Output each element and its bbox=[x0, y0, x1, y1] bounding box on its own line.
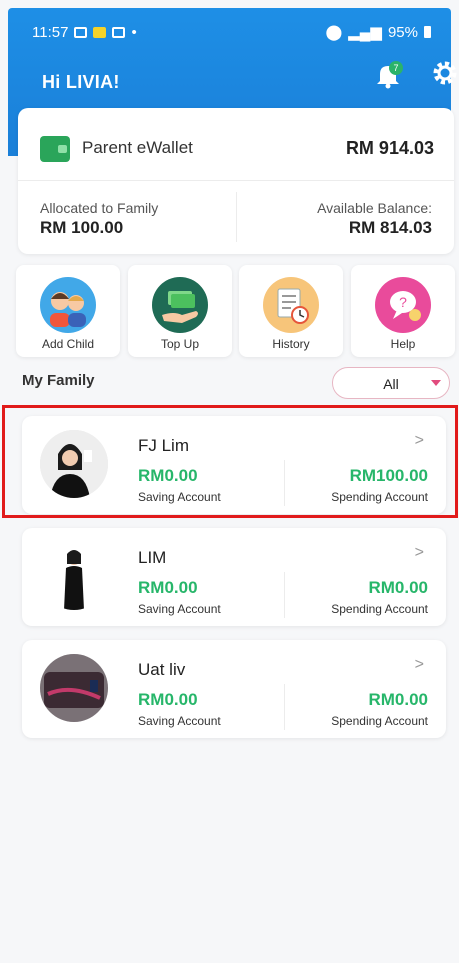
chevron-right-icon: > bbox=[414, 544, 424, 561]
help-label: Help bbox=[390, 337, 416, 351]
family-member-card[interactable]: Uat liv > RM0.00 Saving Account RM0.00 S… bbox=[22, 640, 446, 738]
app-notification-icon bbox=[93, 26, 107, 38]
selection-highlight bbox=[2, 405, 458, 518]
chevron-down-icon bbox=[431, 380, 441, 386]
message-icon bbox=[112, 26, 126, 38]
saving-label: Saving Account bbox=[138, 602, 221, 616]
children-icon bbox=[40, 277, 96, 333]
battery-icon bbox=[424, 26, 431, 38]
divider bbox=[236, 192, 237, 242]
svg-text:?: ? bbox=[399, 294, 407, 310]
allocated-label: Allocated to Family bbox=[40, 200, 159, 216]
spending-balance: RM0.00 bbox=[368, 578, 428, 597]
allocated-value: RM 100.00 bbox=[40, 218, 124, 237]
member-name: Uat liv bbox=[138, 660, 186, 679]
help-bubble-icon: ? bbox=[375, 277, 431, 333]
saving-label: Saving Account bbox=[138, 714, 221, 728]
available-value: RM 814.03 bbox=[348, 218, 432, 237]
available-label: Available Balance: bbox=[317, 200, 432, 216]
status-bar: 11:57 • ⬤ ▂▄▆ 95% bbox=[32, 22, 431, 42]
top-up-button[interactable]: Top Up bbox=[128, 265, 232, 357]
settings-gear-icon[interactable] bbox=[432, 60, 458, 86]
add-child-button[interactable]: Add Child bbox=[16, 265, 120, 357]
top-up-label: Top Up bbox=[160, 337, 200, 351]
help-button[interactable]: ? Help bbox=[351, 265, 455, 357]
avatar bbox=[40, 542, 108, 610]
wallet-icon bbox=[40, 136, 70, 162]
location-icon: ⬤ bbox=[325, 24, 343, 41]
battery-percent: 95% bbox=[387, 23, 418, 41]
saving-balance: RM0.00 bbox=[138, 578, 198, 597]
family-member-card[interactable]: LIM > RM0.00 Saving Account RM0.00 Spend… bbox=[22, 528, 446, 626]
dot-icon: • bbox=[131, 23, 137, 41]
money-hand-icon bbox=[152, 277, 208, 333]
spending-label: Spending Account bbox=[331, 602, 428, 616]
wallet-card[interactable]: Parent eWallet RM 914.03 Allocated to Fa… bbox=[18, 108, 454, 254]
document-clock-icon bbox=[263, 277, 319, 333]
wallet-title: Parent eWallet bbox=[82, 138, 193, 157]
notification-badge: 7 bbox=[393, 63, 398, 73]
divider bbox=[18, 180, 454, 181]
member-name: LIM bbox=[138, 548, 167, 567]
signal-icon: ▂▄▆ bbox=[348, 24, 382, 41]
avatar bbox=[40, 654, 108, 722]
wallet-total: RM 914.03 bbox=[345, 138, 434, 158]
spending-label: Spending Account bbox=[331, 714, 428, 728]
add-child-label: Add Child bbox=[41, 337, 95, 351]
notification-bell-icon[interactable]: 7 bbox=[374, 60, 404, 90]
divider bbox=[284, 684, 285, 730]
family-filter-dropdown[interactable]: All bbox=[332, 367, 450, 399]
history-button[interactable]: History bbox=[239, 265, 343, 357]
family-section-title: My Family bbox=[22, 372, 95, 389]
chevron-right-icon: > bbox=[414, 656, 424, 673]
greeting-text: Hi LIVIA! bbox=[42, 72, 120, 92]
spending-balance: RM0.00 bbox=[368, 690, 428, 709]
cast-icon bbox=[74, 26, 88, 38]
saving-balance: RM0.00 bbox=[138, 690, 198, 709]
history-label: History bbox=[272, 337, 310, 351]
status-time: 11:57 bbox=[32, 23, 69, 41]
divider bbox=[284, 572, 285, 618]
quick-actions: Add Child Top Up History ? Help bbox=[16, 265, 455, 357]
